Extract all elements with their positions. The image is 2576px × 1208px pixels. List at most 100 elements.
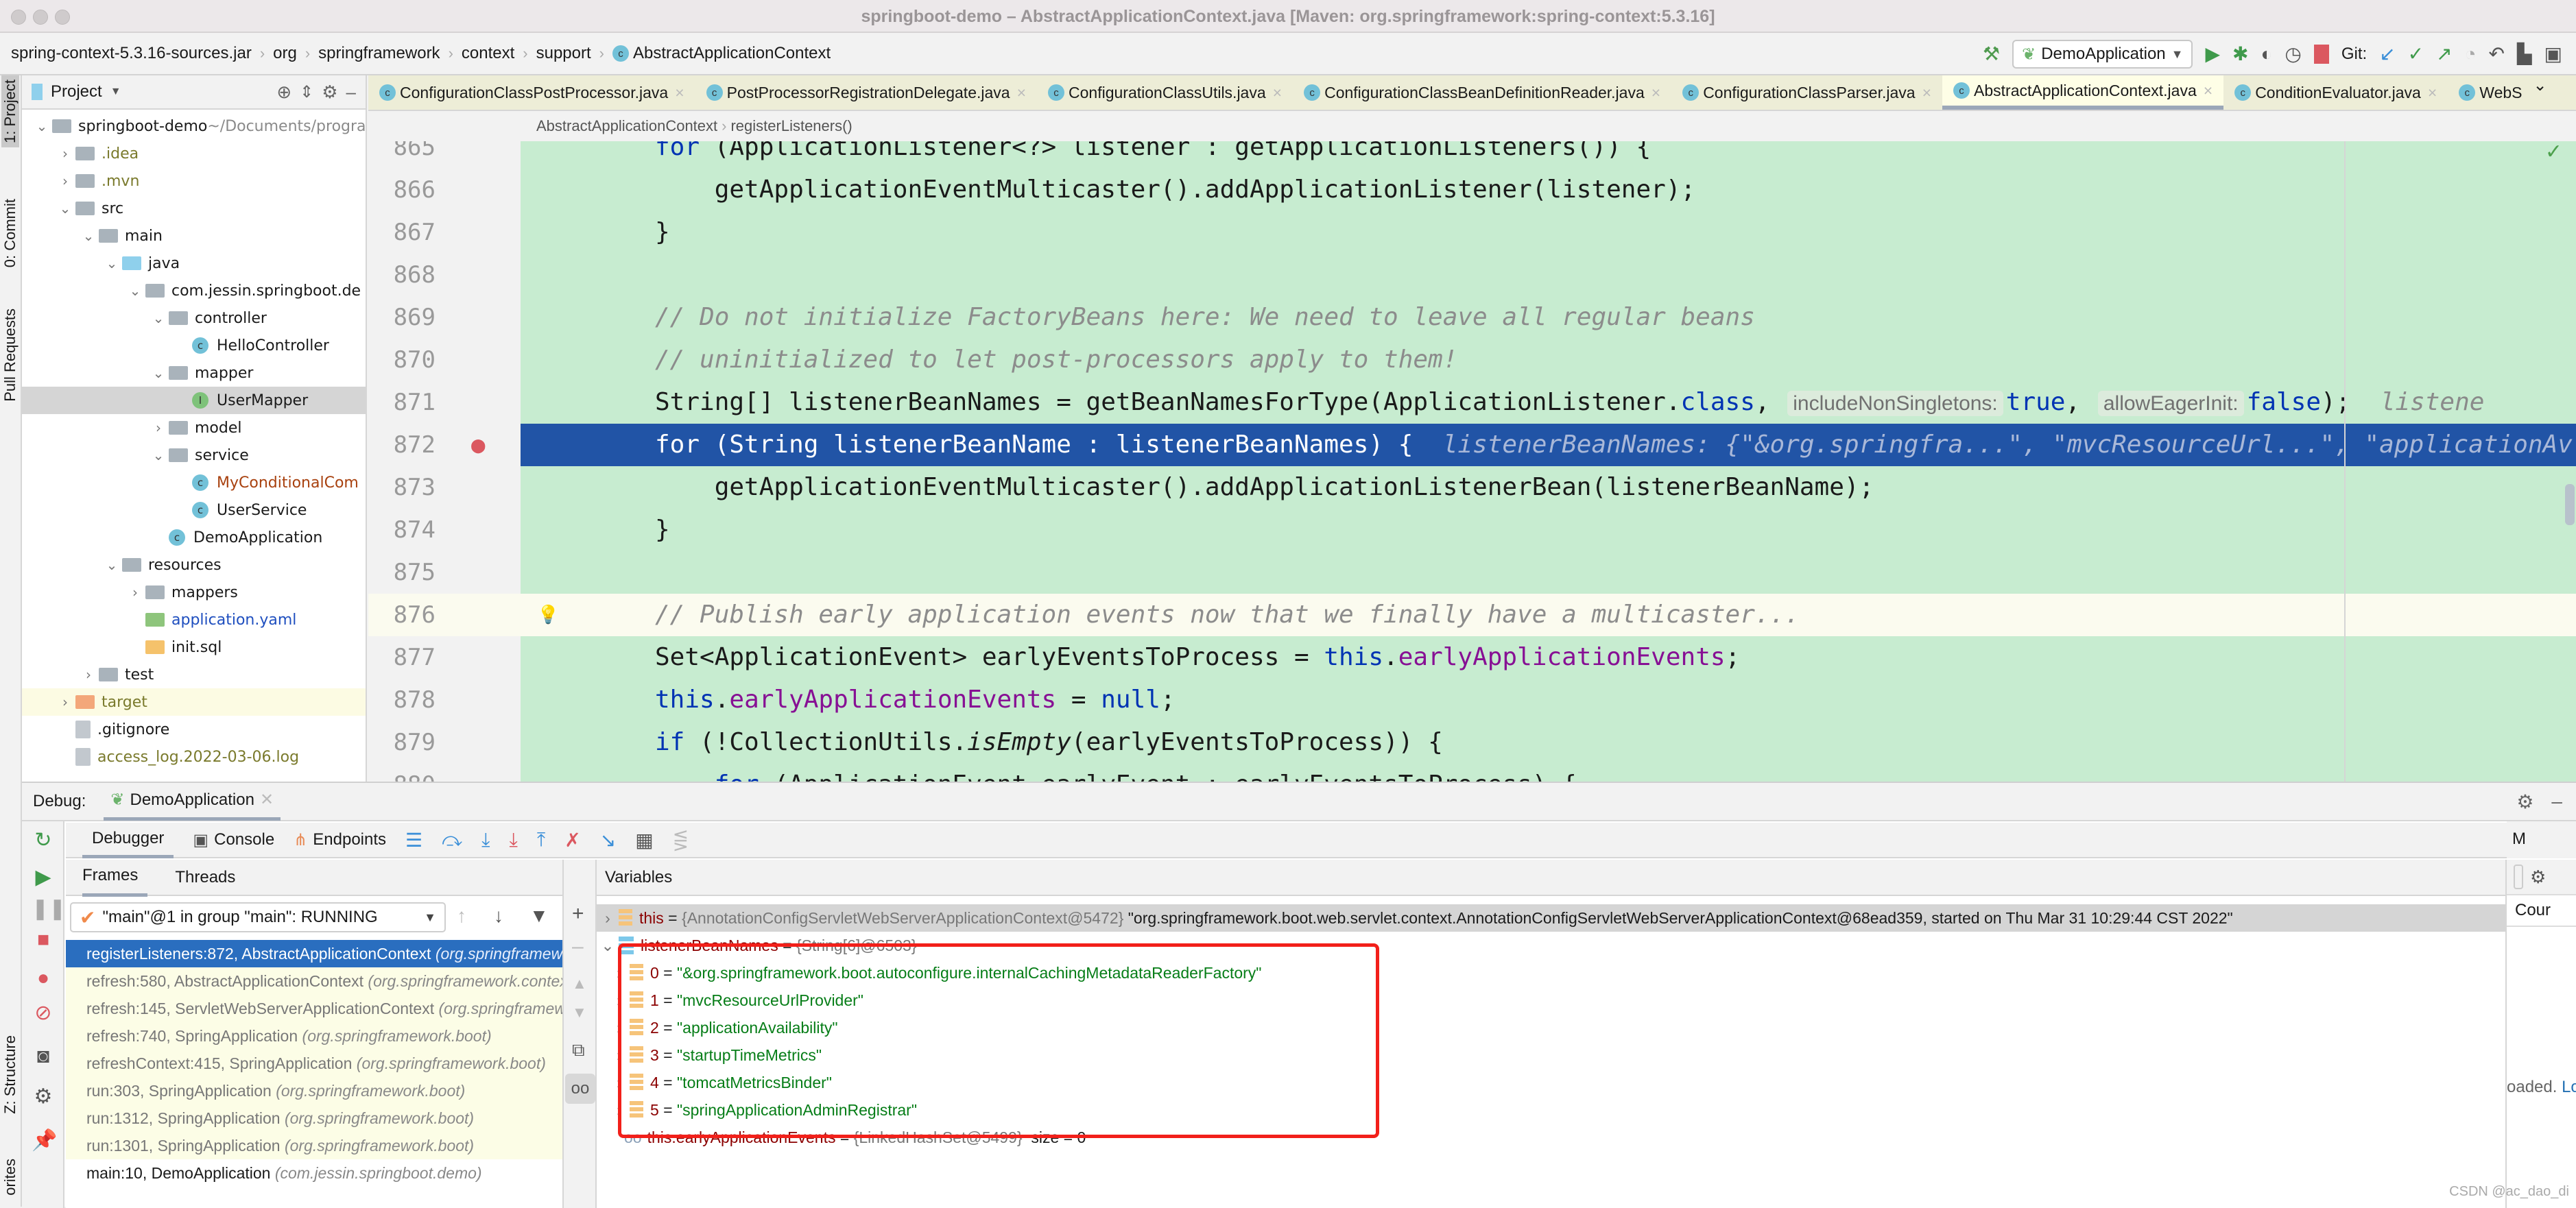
code-line[interactable]: 874} <box>368 509 2576 551</box>
stop-icon[interactable]: ■ <box>32 928 55 952</box>
collapse-all-icon[interactable]: ⇕ <box>300 82 313 102</box>
load-classes-link[interactable]: Lo <box>2562 1078 2576 1096</box>
tree-item[interactable]: › test <box>22 661 366 688</box>
tree-item[interactable]: I UserMapper <box>22 387 366 414</box>
stack-frame[interactable]: refresh:580, AbstractApplicationContext … <box>66 967 562 995</box>
count-column-header[interactable]: Cour <box>2507 895 2576 927</box>
chevron-right-icon[interactable]: › <box>55 145 75 162</box>
editor-tab[interactable]: c ConfigurationClassPostProcessor.java × <box>368 75 695 110</box>
editor-tab[interactable]: c ConfigurationClassUtils.java × <box>1037 75 1293 110</box>
search-field[interactable] <box>2514 865 2523 889</box>
code-editor[interactable]: 865 for (ApplicationListener<?> listener … <box>368 141 2576 782</box>
code-line[interactable]: 877 Set<ApplicationEvent> earlyEventsToPr… <box>368 636 2576 679</box>
breadcrumb-class[interactable]: AbstractApplicationContext <box>536 117 717 135</box>
breadcrumb-method[interactable]: registerListeners() <box>730 117 852 135</box>
breadcrumb-item[interactable]: context <box>457 44 518 63</box>
chevron-down-icon[interactable]: ⌄ <box>102 255 122 271</box>
tree-item[interactable]: ⌄ resources <box>22 551 366 579</box>
close-tab-icon[interactable]: × <box>1017 84 1026 102</box>
drop-frame-icon[interactable]: ✗ <box>564 829 580 851</box>
stack-frame[interactable]: run:1312, SpringApplication (org.springf… <box>66 1104 562 1132</box>
tree-item[interactable]: access_log.2022-03-06.log <box>22 743 366 771</box>
close-tab-icon[interactable]: × <box>1922 84 1931 102</box>
gear-icon[interactable]: ⚙ <box>322 82 337 103</box>
tab-threads[interactable]: Threads <box>175 868 235 887</box>
trace-icon[interactable]: ⋚ <box>673 829 689 851</box>
editor-scrollbar[interactable] <box>2565 484 2575 525</box>
tree-item[interactable]: application.yaml <box>22 606 366 633</box>
tree-item[interactable]: c HelloController <box>22 332 366 359</box>
coverage-icon[interactable]: ◐ <box>2261 45 2272 64</box>
tree-item[interactable]: c MyConditionalCom <box>22 469 366 496</box>
tree-item[interactable]: ⌄ main <box>22 222 366 250</box>
memory-tab[interactable]: M <box>2507 821 2576 858</box>
pause-icon[interactable]: ❚❚ <box>32 897 66 921</box>
chevron-right-icon[interactable]: › <box>125 584 145 601</box>
run-anything-icon[interactable]: ▣ <box>2544 45 2562 64</box>
step-over-icon[interactable]: ⤼ <box>442 829 462 851</box>
mute-breakpoints-icon[interactable]: ⊘ <box>32 1001 55 1025</box>
git-commit-icon[interactable]: ✓ <box>2408 45 2424 64</box>
close-tab-icon[interactable]: × <box>2204 82 2213 100</box>
chevron-right-icon[interactable]: › <box>55 694 75 710</box>
stack-frame[interactable]: registerListeners:872, AbstractApplicati… <box>66 940 562 967</box>
intention-bulb-icon[interactable]: 💡 <box>537 594 559 636</box>
code-line[interactable]: 876 // Publish early application events n… <box>368 594 2576 636</box>
gear-icon[interactable]: ⚙ <box>2530 867 2546 888</box>
run-configuration-dropdown[interactable]: ❦ DemoApplication ▼ <box>2012 40 2193 69</box>
stack-frame[interactable]: run:303, SpringApplication (org.springfr… <box>66 1077 562 1104</box>
tree-item[interactable]: .gitignore <box>22 716 366 743</box>
code-line[interactable]: 872 for (String listenerBeanName : listen… <box>368 424 2576 466</box>
code-line[interactable]: 870 // uninitialized to let post-processo… <box>368 339 2576 381</box>
stack-frame[interactable]: refresh:740, SpringApplication (org.spri… <box>66 1022 562 1050</box>
tree-item[interactable]: › model <box>22 414 366 442</box>
filter-icon[interactable]: ▼ <box>529 905 549 927</box>
debug-session-tab[interactable]: ❦ DemoApplication ✕ <box>104 782 281 821</box>
editor-tab[interactable]: c WebS <box>2448 75 2533 110</box>
code-line[interactable]: 880 for (ApplicationEvent earlyEvent : e… <box>368 764 2576 782</box>
force-step-into-icon[interactable]: ⤓ <box>509 829 517 851</box>
editor-tab[interactable]: c ConfigurationClassBeanDefinitionReader.… <box>1293 75 1671 110</box>
chevron-down-icon[interactable]: ⌄ <box>55 200 75 217</box>
git-update-icon[interactable]: ↙ <box>2379 45 2395 64</box>
chevron-down-icon[interactable]: ⌄ <box>32 118 52 134</box>
stack-frame[interactable]: refresh:145, ServletWebServerApplication… <box>66 995 562 1022</box>
step-into-icon[interactable]: ⤓ <box>481 829 490 851</box>
tree-item[interactable]: › target <box>22 688 366 716</box>
chevron-down-icon[interactable]: ⌄ <box>148 310 169 326</box>
close-icon[interactable]: ✕ <box>260 790 274 810</box>
commit-tool-button[interactable]: 0: Commit <box>1 199 19 267</box>
chevron-right-icon[interactable]: › <box>148 420 169 436</box>
move-down-icon[interactable]: ▼ <box>572 1004 587 1022</box>
tree-item[interactable]: ⌄ com.jessin.springboot.de <box>22 277 366 304</box>
hide-icon[interactable]: – <box>2551 790 2562 812</box>
tree-item[interactable]: ⌄ java <box>22 250 366 277</box>
tree-item[interactable]: ⌄ src <box>22 195 366 222</box>
tree-item[interactable]: › .idea <box>22 140 366 167</box>
view-breakpoints-icon[interactable]: ● <box>32 967 55 990</box>
breadcrumb-item[interactable]: springframework <box>314 44 444 63</box>
tree-item[interactable]: ⌄ mapper <box>22 359 366 387</box>
tree-item[interactable]: init.sql <box>22 633 366 661</box>
gear-icon[interactable]: ⚙ <box>2516 790 2533 813</box>
remove-watch-icon[interactable]: – <box>572 935 584 958</box>
code-line[interactable]: 871 String[] listenerBeanNames = getBeanN… <box>368 381 2576 424</box>
thread-selector[interactable]: ✔ "main"@1 in group "main": RUNNING ▼ <box>70 902 446 932</box>
stack-frame[interactable]: main:10, DemoApplication (com.jessin.spr… <box>66 1159 562 1187</box>
code-line[interactable]: 879 if (!CollectionUtils.isEmpty(earlyEve… <box>368 721 2576 764</box>
variable-row-this[interactable]: › this = {AnnotationConfigServletWebServ… <box>597 904 2505 932</box>
inspection-ok-check-icon[interactable]: ✓ <box>2545 141 2562 164</box>
tree-item[interactable]: ⌄ springboot-demo ~/Documents/progra <box>22 112 366 140</box>
previous-frame-icon[interactable]: ↑ <box>457 905 466 927</box>
tab-frames[interactable]: Frames <box>82 858 148 897</box>
chevron-down-icon[interactable]: ▼ <box>110 86 121 98</box>
favorites-tool-button[interactable]: orites <box>1 1159 19 1196</box>
show-watches-icon[interactable]: oo <box>565 1074 595 1104</box>
history-icon[interactable]: ◔ <box>2465 45 2477 64</box>
tab-debugger[interactable]: Debugger <box>82 822 174 858</box>
structure-icon[interactable]: ▙ <box>2517 45 2532 64</box>
editor-tab[interactable]: c PostProcessorRegistrationDelegate.java × <box>695 75 1037 110</box>
tree-item[interactable]: c DemoApplication <box>22 524 366 551</box>
chevron-down-icon[interactable]: ⌄ <box>148 365 169 381</box>
tab-console[interactable]: ▣ Console <box>193 830 274 850</box>
